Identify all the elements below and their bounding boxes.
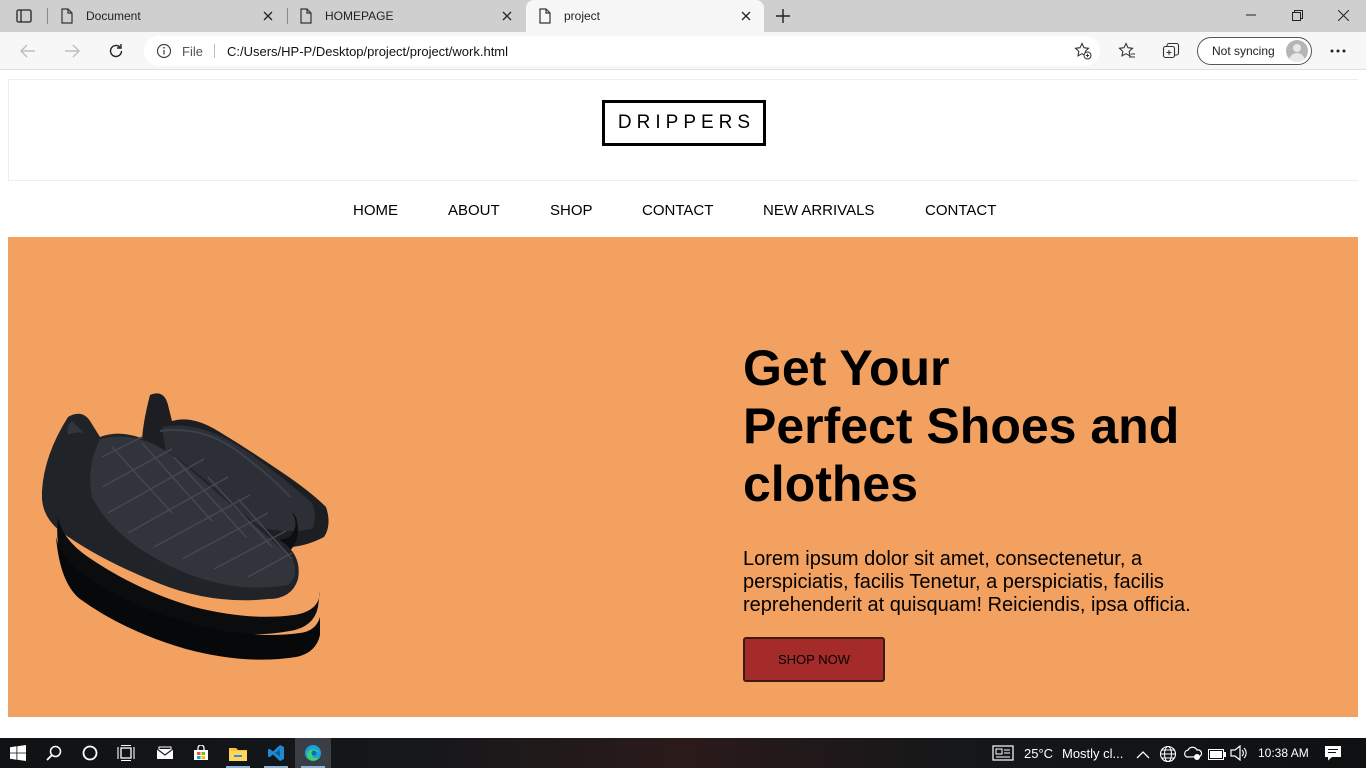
- nav-contact[interactable]: CONTACT: [642, 202, 713, 219]
- site-logo[interactable]: DRIPPERS: [602, 100, 766, 146]
- tab-label: HOMEPAGE: [325, 9, 394, 23]
- hero-section: Get Your Perfect Shoes and clothes Lorem…: [8, 237, 1358, 717]
- minimize-icon[interactable]: [1228, 0, 1274, 30]
- taskbar: 25°C Mostly cl... 10:38 AM: [0, 738, 1366, 768]
- tab-actions-icon[interactable]: [8, 4, 40, 28]
- nav-new-arrivals[interactable]: NEW ARRIVALS: [763, 202, 874, 219]
- favorites-icon[interactable]: [1112, 36, 1142, 66]
- hero-title-line: Perfect Shoes and: [743, 398, 1180, 454]
- cortana-icon[interactable]: [72, 738, 108, 768]
- shop-now-button[interactable]: SHOP NOW: [743, 637, 885, 682]
- close-tab-icon[interactable]: [738, 8, 754, 24]
- weather-temp[interactable]: 25°C: [1024, 746, 1053, 761]
- clock-time[interactable]: 10:38 AM: [1258, 746, 1309, 760]
- profile-button[interactable]: Not syncing: [1197, 37, 1312, 65]
- url-text[interactable]: C:/Users/HP-P/Desktop/project/project/wo…: [227, 44, 508, 59]
- file-explorer-icon[interactable]: [220, 738, 256, 768]
- new-tab-icon[interactable]: [770, 4, 796, 28]
- close-window-icon[interactable]: [1320, 0, 1366, 30]
- page-viewport: DRIPPERS HOME ABOUT SHOP CONTACT NEW ARR…: [0, 71, 1366, 738]
- chevron-up-icon[interactable]: [1136, 747, 1150, 765]
- shoes-image: [42, 393, 329, 660]
- nav-shop[interactable]: SHOP: [550, 202, 593, 219]
- info-icon[interactable]: [156, 43, 172, 64]
- news-icon[interactable]: [992, 745, 1014, 766]
- language-icon[interactable]: [1159, 745, 1177, 768]
- browser-toolbar: File C:/Users/HP-P/Desktop/project/proje…: [0, 32, 1366, 70]
- back-icon[interactable]: [13, 36, 43, 66]
- nav-home[interactable]: HOME: [353, 202, 398, 219]
- start-icon[interactable]: [0, 738, 36, 768]
- tab-homepage[interactable]: HOMEPAGE: [287, 0, 525, 32]
- scheme-label: File: [182, 44, 203, 59]
- notifications-icon[interactable]: [1324, 745, 1342, 766]
- search-icon[interactable]: [36, 738, 72, 768]
- vscode-icon[interactable]: [258, 738, 294, 768]
- task-view-icon[interactable]: [108, 738, 144, 768]
- profile-label: Not syncing: [1212, 44, 1275, 58]
- scrollbar[interactable]: [1358, 71, 1366, 738]
- close-tab-icon[interactable]: [260, 8, 276, 24]
- more-options-icon[interactable]: [1323, 36, 1353, 66]
- restore-icon[interactable]: [1274, 0, 1320, 30]
- forward-icon[interactable]: [57, 36, 87, 66]
- volume-icon[interactable]: [1230, 744, 1248, 766]
- page-icon: [299, 8, 313, 24]
- hero-title-line: clothes: [743, 456, 919, 512]
- address-bar[interactable]: File C:/Users/HP-P/Desktop/project/proje…: [144, 36, 1100, 66]
- collections-icon[interactable]: [1156, 36, 1186, 66]
- tab-label: project: [564, 9, 601, 23]
- edge-icon[interactable]: [295, 738, 331, 768]
- add-favorite-icon[interactable]: [1074, 42, 1092, 65]
- weather-description[interactable]: Mostly cl...: [1062, 746, 1123, 761]
- store-icon[interactable]: [183, 738, 219, 768]
- main-nav: HOME ABOUT SHOP CONTACT NEW ARRIVALS CON…: [8, 189, 1359, 237]
- mail-icon[interactable]: [147, 738, 183, 768]
- battery-icon[interactable]: [1208, 747, 1226, 765]
- avatar: [1286, 40, 1308, 62]
- nav-contact-2[interactable]: CONTACT: [925, 202, 996, 219]
- page-icon: [538, 8, 552, 24]
- tab-project[interactable]: project: [526, 0, 764, 32]
- hero-title: Get Your Perfect Shoes and clothes: [743, 339, 1263, 513]
- tab-document[interactable]: Document: [48, 0, 286, 32]
- address-separator: [214, 44, 215, 58]
- hero-description: Lorem ipsum dolor sit amet, consectenetu…: [743, 548, 1191, 616]
- close-tab-icon[interactable]: [499, 8, 515, 24]
- refresh-icon[interactable]: [101, 36, 131, 66]
- nav-about[interactable]: ABOUT: [448, 202, 500, 219]
- tab-label: Document: [86, 9, 141, 23]
- browser-window: Document HOMEPAGE project File C:/Users/…: [0, 0, 1366, 768]
- tab-strip: Document HOMEPAGE project: [0, 0, 1366, 32]
- onedrive-icon[interactable]: [1183, 745, 1203, 766]
- page-icon: [60, 8, 74, 24]
- hero-title-line: Get Your: [743, 340, 950, 396]
